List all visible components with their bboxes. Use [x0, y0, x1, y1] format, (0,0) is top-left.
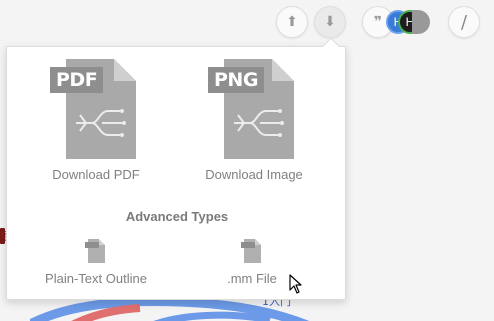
avatar[interactable] [412, 10, 430, 34]
mouse-cursor-icon [289, 274, 302, 294]
file-type-tag: PDF [50, 67, 104, 93]
pen-button[interactable]: / [448, 6, 480, 38]
download-icon: ⬇ [324, 14, 336, 30]
file-type-tag: PNG [208, 67, 264, 93]
slash-icon: / [460, 11, 468, 33]
download-image-label: Download Image [205, 167, 303, 182]
download-image-item[interactable]: PNG Download Image [199, 59, 309, 182]
upload-button[interactable]: ⬆ [276, 6, 308, 38]
comment-icon: ❞ [373, 14, 383, 30]
plain-text-outline-item[interactable]: Plain-Text Outline [31, 239, 161, 286]
advanced-types-heading: Advanced Types [125, 209, 229, 224]
mm-file-icon [241, 239, 263, 263]
download-pdf-item[interactable]: PDF Download PDF [41, 59, 151, 182]
export-menu: PDF Download PDF PNG Download Image Adva… [6, 37, 346, 300]
mindmap-glyph [234, 109, 284, 137]
download-pdf-label: Download PDF [52, 167, 140, 182]
upload-icon: ⬆ [286, 14, 298, 30]
mindmap-glyph [76, 109, 126, 137]
text-file-icon [85, 239, 107, 263]
png-file-icon: PNG [208, 59, 300, 159]
pdf-file-icon: PDF [50, 59, 142, 159]
plain-text-outline-label: Plain-Text Outline [45, 271, 147, 286]
collaborator-avatars[interactable]: H H [382, 6, 442, 38]
download-button[interactable]: ⬇ [314, 6, 346, 38]
menu-caret [322, 37, 340, 55]
